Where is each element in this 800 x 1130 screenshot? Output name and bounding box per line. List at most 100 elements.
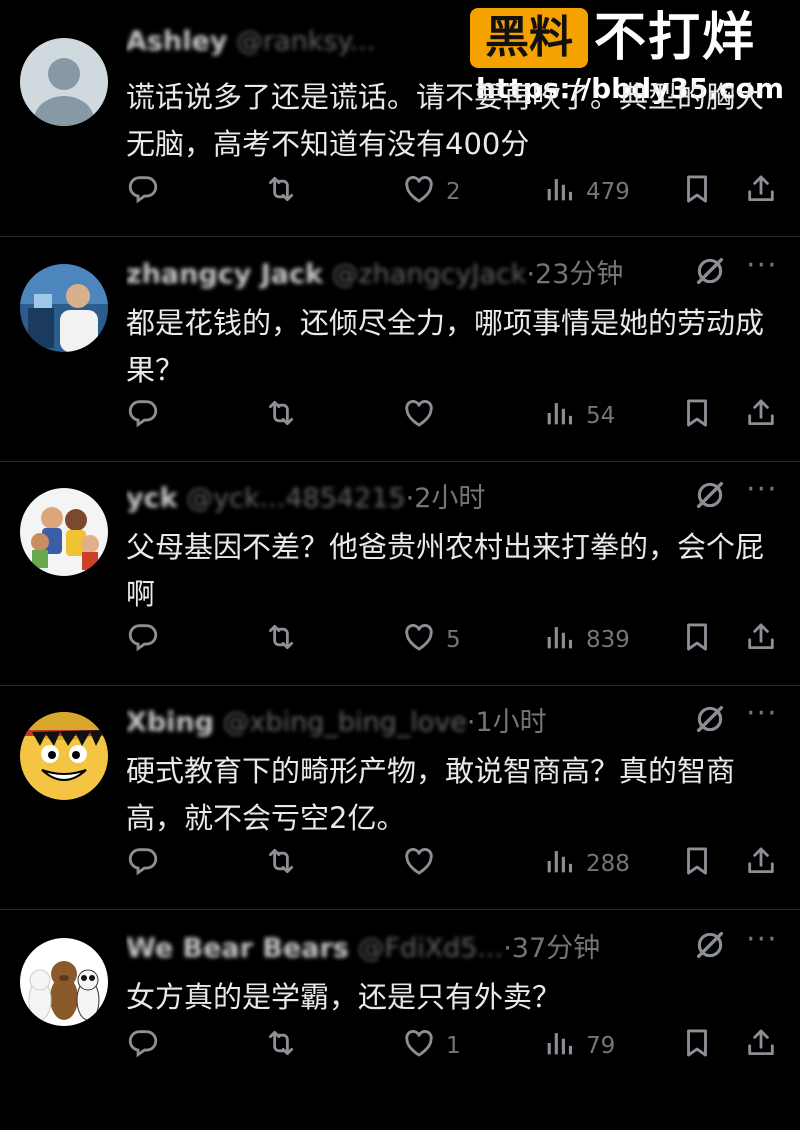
more-options-button[interactable]: ···	[746, 472, 778, 507]
reply-icon	[126, 844, 160, 884]
like-button[interactable]: 2	[402, 172, 461, 212]
like-count: 1	[446, 1033, 461, 1059]
share-icon	[744, 1026, 778, 1066]
retweet-icon	[264, 396, 298, 436]
retweet-button[interactable]	[264, 172, 308, 212]
display-name[interactable]: zhangcy Jack	[126, 259, 323, 290]
reply-button[interactable]	[126, 620, 170, 660]
heart-icon	[402, 844, 436, 884]
reply-button[interactable]	[126, 1026, 170, 1066]
action-bar: 2 479	[0, 172, 800, 212]
display-name[interactable]: Ashley	[126, 26, 227, 57]
avatar[interactable]	[20, 938, 108, 1026]
like-button[interactable]: 1	[402, 1026, 461, 1066]
divider	[0, 909, 800, 910]
retweet-icon	[264, 172, 298, 212]
bookmark-icon	[680, 396, 714, 436]
views-count: 288	[586, 851, 630, 877]
reply-button[interactable]	[126, 396, 170, 436]
views-button[interactable]: 479	[542, 172, 630, 212]
display-name[interactable]: We Bear Bears	[126, 933, 349, 964]
action-bar: 54	[0, 396, 800, 436]
reply-icon	[126, 620, 160, 660]
divider	[0, 236, 800, 237]
avatar[interactable]	[20, 38, 108, 126]
retweet-icon	[264, 1026, 298, 1066]
views-button[interactable]: 839	[542, 620, 630, 660]
tweet-text: 硬式教育下的畸形产物，敢说智商高？真的智商高，就不会亏空2亿。	[126, 754, 736, 835]
retweet-icon	[264, 844, 298, 884]
reply-button[interactable]	[126, 844, 170, 884]
bookmark-button[interactable]	[680, 172, 714, 212]
views-button[interactable]: 54	[542, 396, 615, 436]
reply-icon	[126, 172, 160, 212]
divider	[0, 685, 800, 686]
like-count: 5	[446, 627, 461, 653]
share-icon	[744, 172, 778, 212]
tweet-text: 父母基因不差？他爸贵州农村出来打拳的，会个屁啊	[126, 530, 765, 611]
heart-icon	[402, 172, 436, 212]
timestamp[interactable]: ·37分钟	[503, 933, 600, 964]
like-button[interactable]	[402, 396, 446, 436]
reply-button[interactable]	[126, 172, 170, 212]
retweet-button[interactable]	[264, 844, 308, 884]
reply-icon	[126, 1026, 160, 1066]
views-icon	[542, 620, 576, 660]
like-count: 2	[446, 179, 461, 205]
avatar[interactable]	[20, 488, 108, 576]
display-name[interactable]: yck	[126, 483, 178, 514]
bookmark-button[interactable]	[680, 620, 714, 660]
share-button[interactable]	[744, 396, 778, 436]
share-button[interactable]	[744, 1026, 778, 1066]
grok-icon[interactable]	[693, 478, 727, 512]
heart-icon	[402, 1026, 436, 1066]
views-count: 79	[586, 1033, 616, 1059]
like-button[interactable]	[402, 844, 446, 884]
user-handle[interactable]: @ranksy...	[236, 26, 375, 57]
user-handle[interactable]: @FdiXd5...	[357, 933, 503, 964]
bookmark-icon	[680, 620, 714, 660]
timestamp[interactable]: ·2小时	[406, 483, 486, 514]
bookmark-button[interactable]	[680, 844, 714, 884]
share-button[interactable]	[744, 844, 778, 884]
views-button[interactable]: 288	[542, 844, 630, 884]
share-icon	[744, 844, 778, 884]
views-count: 54	[586, 403, 616, 429]
more-options-button[interactable]: ···	[746, 696, 778, 731]
reply-icon	[126, 396, 160, 436]
heart-icon	[402, 620, 436, 660]
bookmark-icon	[680, 1026, 714, 1066]
display-name[interactable]: Xbing	[126, 707, 214, 738]
bookmark-button[interactable]	[680, 396, 714, 436]
views-icon	[542, 172, 576, 212]
user-handle[interactable]: @xbing_bing_love	[223, 707, 467, 738]
action-bar: 1 79	[0, 1026, 800, 1066]
avatar[interactable]	[20, 712, 108, 800]
grok-icon[interactable]	[693, 928, 727, 962]
tweet-header: yck @yck...4854215·2小时	[126, 476, 666, 516]
heart-icon	[402, 396, 436, 436]
more-options-button[interactable]: ···	[746, 922, 778, 957]
views-button[interactable]: 79	[542, 1026, 615, 1066]
grok-icon[interactable]	[693, 254, 727, 288]
timestamp[interactable]: ·23分钟	[526, 259, 623, 290]
avatar[interactable]	[20, 264, 108, 352]
tweet-text: 谎话说多了还是谎话。请不要再吹了。典型的胸大无脑，高考不知道有没有400分	[126, 80, 765, 161]
tweet-header: Xbing @xbing_bing_love·1小时	[126, 700, 666, 740]
more-options-button[interactable]: ···	[746, 248, 778, 283]
retweet-button[interactable]	[264, 396, 308, 436]
tweet-header: Ashley @ranksy...	[126, 26, 666, 66]
views-count: 479	[586, 179, 630, 205]
retweet-button[interactable]	[264, 1026, 308, 1066]
like-button[interactable]: 5	[402, 620, 461, 660]
share-button[interactable]	[744, 172, 778, 212]
views-icon	[542, 396, 576, 436]
user-handle[interactable]: @zhangcyJack	[332, 259, 527, 290]
share-button[interactable]	[744, 620, 778, 660]
timestamp[interactable]: ·1小时	[467, 707, 547, 738]
user-handle[interactable]: @yck...4854215	[186, 483, 405, 514]
grok-icon[interactable]	[693, 702, 727, 736]
views-icon	[542, 1026, 576, 1066]
retweet-button[interactable]	[264, 620, 308, 660]
bookmark-button[interactable]	[680, 1026, 714, 1066]
